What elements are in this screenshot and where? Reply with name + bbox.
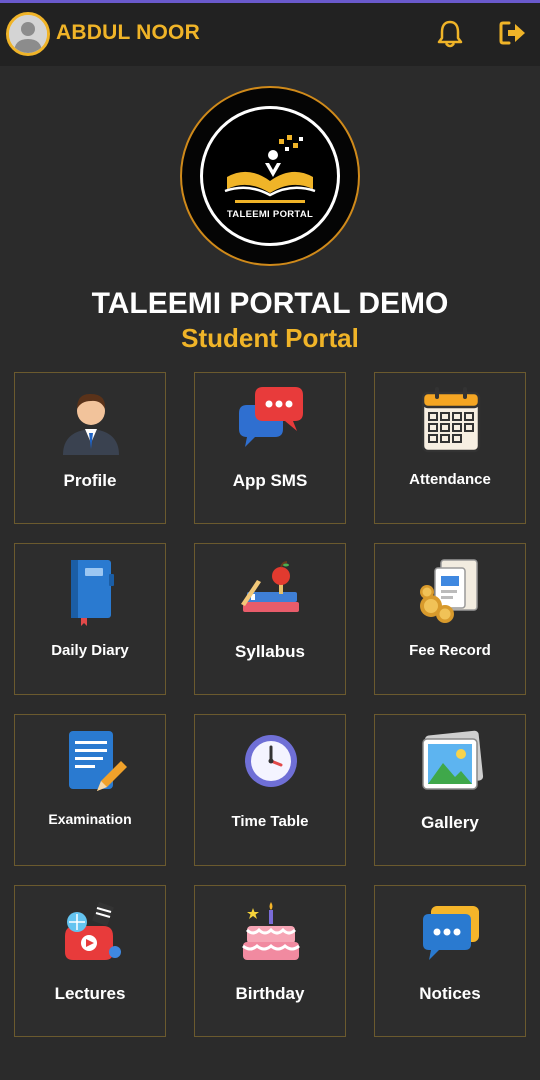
books-apple-icon [241, 561, 299, 612]
top-app-bar: ABDUL NOOR [0, 0, 540, 66]
menu-tile-birthday[interactable]: Birthday [194, 885, 346, 1037]
menu-label: Daily Diary [51, 642, 129, 659]
menu-tile-syllabus[interactable]: Syllabus [194, 543, 346, 695]
menu-label: Time Table [231, 813, 309, 830]
menu-tile-profile[interactable]: Profile [14, 372, 166, 524]
menu-tile-time-table[interactable]: Time Table [194, 714, 346, 866]
menu-tile-lectures[interactable]: Lectures [14, 885, 166, 1037]
menu-tile-daily-diary[interactable]: Daily Diary [14, 543, 166, 695]
logo-badge: TALEEMI PORTAL [200, 106, 340, 246]
menu-tile-gallery[interactable]: Gallery [374, 714, 526, 866]
clock-icon [245, 735, 297, 787]
menu-tile-attendance[interactable]: Attendance [374, 372, 526, 524]
user-avatar-icon[interactable] [6, 12, 50, 56]
menu-label: Notices [419, 984, 481, 1003]
diary-book-icon [71, 560, 114, 626]
calendar-icon [421, 387, 481, 453]
menu-tile-fee-record[interactable]: Fee Record [374, 543, 526, 695]
logo-text: TALEEMI PORTAL [226, 209, 314, 220]
exam-document-pencil-icon [69, 731, 127, 791]
menu-label: Examination [48, 811, 132, 827]
menu-tile-notices[interactable]: Notices [374, 885, 526, 1037]
menu-label: Lectures [54, 984, 126, 1003]
portal-logo: TALEEMI PORTAL [180, 86, 360, 266]
notice-chat-icon [423, 906, 479, 960]
portal-title: TALEEMI PORTAL DEMO [91, 287, 449, 320]
menu-label: Syllabus [235, 642, 305, 661]
menu-label: Gallery [421, 813, 479, 832]
menu-label: Birthday [235, 984, 305, 1003]
menu-label: Profile [63, 471, 117, 490]
birthday-cake-icon [242, 902, 300, 960]
fee-invoice-coins-icon [420, 559, 478, 623]
bell-icon[interactable] [436, 19, 464, 49]
photo-gallery-icon [422, 730, 484, 790]
portal-subtitle: Student Portal [181, 323, 359, 353]
chat-bubbles-icon [239, 387, 303, 447]
menu-tile-app-sms[interactable]: App SMS [194, 372, 346, 524]
lectures-media-icon [65, 901, 121, 960]
menu-label: App SMS [232, 471, 308, 490]
menu-tile-examination[interactable]: Examination [14, 714, 166, 866]
menu-label: Attendance [409, 471, 491, 488]
user-name: ABDUL NOOR [56, 21, 200, 44]
logout-icon[interactable] [498, 19, 528, 47]
businessman-icon [63, 393, 119, 455]
menu-label: Fee Record [409, 642, 491, 659]
